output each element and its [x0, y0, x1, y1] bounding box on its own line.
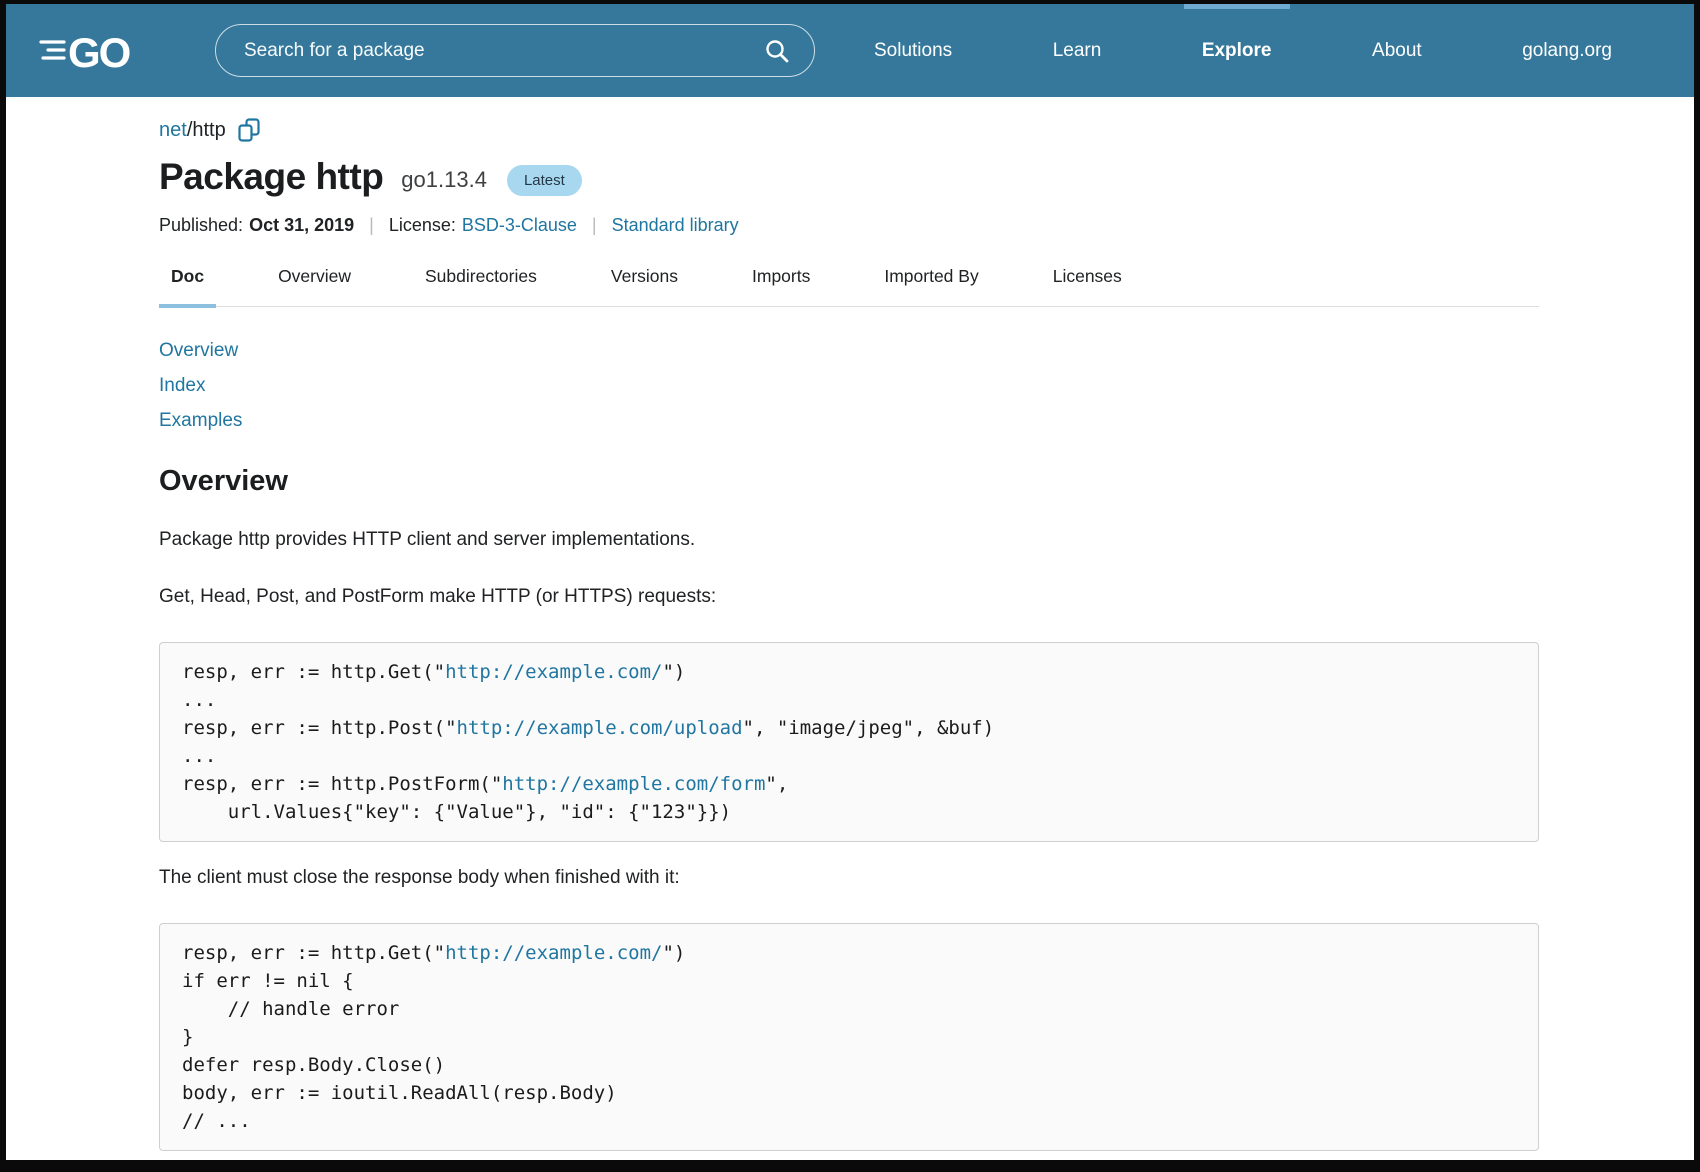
copy-path-button[interactable] [238, 118, 261, 143]
latest-badge[interactable]: Latest [507, 165, 582, 196]
code-line: ... [182, 686, 1516, 714]
code-line: defer resp.Body.Close() [182, 1051, 1516, 1079]
go-logo-text: GO [68, 29, 130, 73]
code-line: body, err := ioutil.ReadAll(resp.Body) [182, 1079, 1516, 1107]
tab-doc[interactable]: Doc [159, 266, 216, 306]
code-url: http://example.com/ [445, 661, 662, 683]
code-text: ", [765, 773, 788, 795]
doc-jump-links: Overview Index Examples [159, 333, 1539, 438]
package-meta: Published: Oct 31, 2019 | License: BSD-3… [159, 215, 1539, 236]
breadcrumb: net/http [159, 118, 1539, 143]
tab-imported-by[interactable]: Imported By [872, 266, 990, 306]
meta-separator: | [369, 215, 374, 236]
package-version: go1.13.4 [401, 167, 487, 193]
code-url: http://example.com/form [502, 773, 765, 795]
code-block-response-body: resp, err := http.Get("http://example.co… [159, 923, 1539, 1151]
code-text: ... [182, 689, 216, 711]
code-text: // ... [182, 1110, 251, 1132]
code-text: ") [662, 942, 685, 964]
primary-nav: Solutions Learn Explore About golang.org [874, 4, 1612, 97]
code-url: http://example.com/ [445, 942, 662, 964]
page: GO Solutions Learn Explore About golang.… [6, 4, 1694, 1160]
standard-library-link[interactable]: Standard library [612, 215, 739, 236]
page-title: Package http [159, 156, 383, 198]
code-line: resp, err := http.Get("http://example.co… [182, 658, 1516, 686]
search-icon [764, 38, 790, 64]
search-button[interactable] [758, 38, 814, 64]
main-content: net/http Package http go1.13.4 Latest Pu… [6, 118, 1694, 1151]
license-label: License: [389, 215, 456, 236]
title-row: Package http go1.13.4 Latest [159, 156, 1539, 198]
code-line: ... [182, 742, 1516, 770]
published-date: Oct 31, 2019 [249, 215, 354, 236]
nav-item-explore[interactable]: Explore [1202, 4, 1272, 97]
code-text: resp, err := http.Get(" [182, 661, 445, 683]
breadcrumb-link-net[interactable]: net [159, 119, 187, 142]
code-text: defer resp.Body.Close() [182, 1054, 445, 1076]
go-logo[interactable]: GO [38, 29, 158, 73]
doc-paragraph: Get, Head, Post, and PostForm make HTTP … [159, 585, 1539, 609]
meta-separator: | [592, 215, 597, 236]
code-text: url.Values{"key": {"Value"}, "id": {"123… [182, 801, 731, 823]
published-label: Published: [159, 215, 243, 236]
doc-paragraph: The client must close the response body … [159, 866, 1539, 890]
code-line: resp, err := http.Post("http://example.c… [182, 714, 1516, 742]
code-text: // handle error [182, 998, 399, 1020]
license-link[interactable]: BSD-3-Clause [462, 215, 577, 236]
code-text: body, err := ioutil.ReadAll(resp.Body) [182, 1082, 617, 1104]
top-navbar: GO Solutions Learn Explore About golang.… [6, 4, 1694, 97]
jump-link-overview[interactable]: Overview [159, 333, 238, 368]
code-text: ") [662, 661, 685, 683]
doc-paragraph: Package http provides HTTP client and se… [159, 528, 1539, 552]
code-text: } [182, 1026, 193, 1048]
breadcrumb-current: http [192, 119, 225, 142]
code-text: ", "image/jpeg", &buf) [743, 717, 995, 739]
tab-licenses[interactable]: Licenses [1041, 266, 1134, 306]
jump-link-index[interactable]: Index [159, 368, 205, 403]
nav-item-about[interactable]: About [1372, 4, 1422, 97]
code-line: // ... [182, 1107, 1516, 1135]
search-box [215, 24, 815, 77]
code-text: resp, err := http.PostForm(" [182, 773, 502, 795]
tab-imports[interactable]: Imports [740, 266, 822, 306]
code-text: resp, err := http.Post(" [182, 717, 457, 739]
copy-icon [238, 118, 261, 143]
code-text: resp, err := http.Get(" [182, 942, 445, 964]
code-url: http://example.com/upload [457, 717, 743, 739]
nav-item-golang-org[interactable]: golang.org [1522, 4, 1612, 97]
tab-versions[interactable]: Versions [599, 266, 690, 306]
overview-heading: Overview [159, 464, 1539, 498]
code-line: if err != nil { [182, 967, 1516, 995]
code-line: // handle error [182, 995, 1516, 1023]
nav-item-learn[interactable]: Learn [1053, 4, 1102, 97]
code-line: resp, err := http.PostForm("http://examp… [182, 770, 1516, 798]
code-text: ... [182, 745, 216, 767]
code-text: if err != nil { [182, 970, 354, 992]
code-line: resp, err := http.Get("http://example.co… [182, 939, 1516, 967]
jump-link-examples[interactable]: Examples [159, 403, 242, 438]
code-block-requests: resp, err := http.Get("http://example.co… [159, 642, 1539, 842]
nav-item-solutions[interactable]: Solutions [874, 4, 952, 97]
code-line: } [182, 1023, 1516, 1051]
tab-bar: Doc Overview Subdirectories Versions Imp… [159, 266, 1539, 307]
code-line: url.Values{"key": {"Value"}, "id": {"123… [182, 798, 1516, 826]
tab-subdirectories[interactable]: Subdirectories [413, 266, 549, 306]
tab-overview[interactable]: Overview [266, 266, 363, 306]
search-input[interactable] [216, 25, 758, 76]
